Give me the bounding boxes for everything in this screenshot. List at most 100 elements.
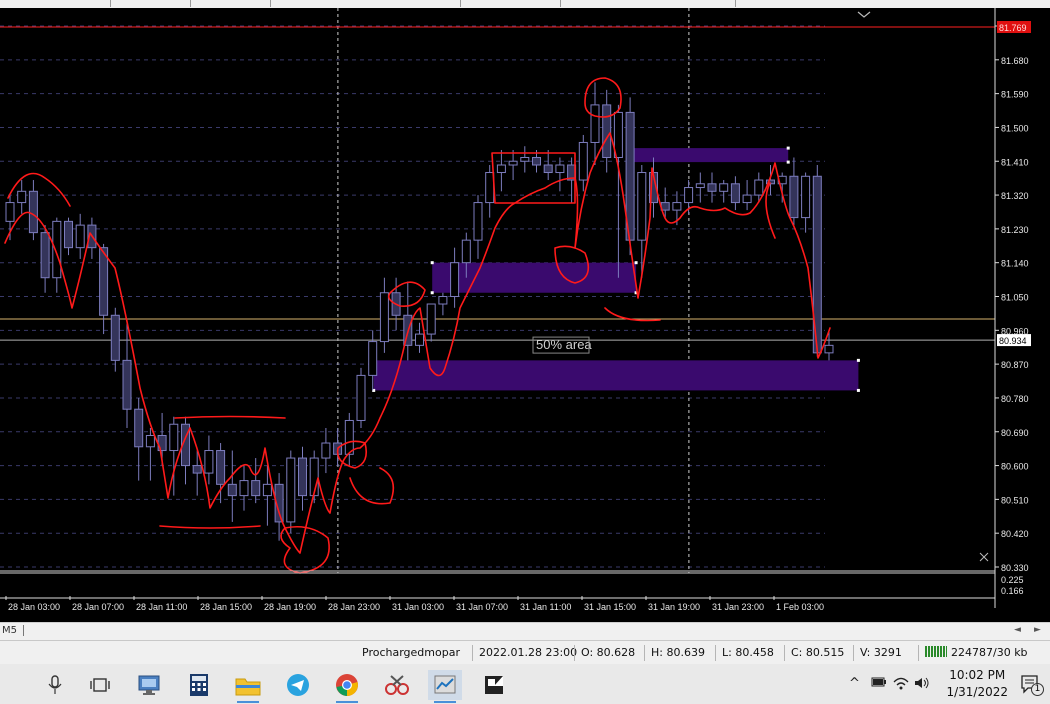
hand-drawn-annotation[interactable]	[349, 467, 395, 505]
price-tick-label: 81.590	[1001, 90, 1029, 100]
hand-drawn-annotation[interactable]	[174, 415, 286, 419]
candle-body	[262, 483, 272, 497]
clock-time: 10:02 PM	[949, 668, 1006, 682]
price-tick-label: 80.870	[1001, 360, 1029, 370]
tab-chart-symbol[interactable]: M5	[2, 625, 24, 636]
candle-body	[754, 179, 764, 196]
price-tick-label: 80.600	[1001, 462, 1029, 472]
candle-body	[99, 247, 109, 316]
candle-body	[28, 190, 38, 234]
system-clock[interactable]: 10:02 PM 1/31/2022	[946, 667, 1008, 701]
connection-bars-icon	[925, 646, 947, 657]
tabs-scroll-right-button[interactable]: ►	[1034, 625, 1041, 635]
candle-body	[356, 374, 366, 421]
current-price-label: 80.934	[999, 336, 1027, 346]
alert-price-label: 81.769	[999, 23, 1027, 33]
snipping-tool-icon[interactable]	[380, 670, 414, 700]
zone-anchor-point[interactable]	[856, 388, 860, 392]
speaker-icon[interactable]	[914, 676, 930, 694]
supply-demand-zone[interactable]	[631, 148, 789, 163]
task-view-icon[interactable]	[83, 670, 117, 700]
candle-body	[824, 344, 834, 354]
price-tick-label: 81.140	[1001, 259, 1029, 269]
zone-anchor-point[interactable]	[430, 291, 434, 295]
bar-open: O: 80.628	[574, 645, 635, 661]
candle-body	[555, 164, 565, 174]
wifi-icon[interactable]	[893, 676, 909, 694]
zone-anchor-point[interactable]	[634, 261, 638, 265]
hand-drawn-annotation[interactable]	[159, 525, 261, 529]
connection-status[interactable]: 224787/30 kb	[918, 645, 1028, 661]
time-tick-label: 31 Jan 23:00	[712, 602, 764, 612]
candle-body	[730, 183, 740, 204]
time-tick-label: 31 Jan 11:00	[520, 602, 571, 612]
time-tick-label: 28 Jan 23:00	[328, 602, 380, 612]
close-indicator-icon[interactable]	[979, 552, 989, 562]
candle-body	[473, 202, 483, 241]
remote-desktop-icon[interactable]	[132, 670, 166, 700]
time-tick-label: 31 Jan 15:00	[584, 602, 636, 612]
candle-body	[520, 156, 530, 162]
price-tick-label: 81.680	[1001, 56, 1029, 66]
candle-body	[789, 175, 799, 219]
candle-body	[590, 104, 600, 143]
clock-date: 1/31/2022	[946, 685, 1008, 699]
zone-anchor-point[interactable]	[430, 261, 434, 265]
chevron-down-icon[interactable]	[857, 11, 871, 18]
file-explorer-icon[interactable]	[231, 670, 265, 703]
zone-anchor-point[interactable]	[856, 358, 860, 362]
time-tick-label: 28 Jan 15:00	[200, 602, 252, 612]
candle-body	[64, 220, 73, 249]
indicator-tick-label: 0.166	[1001, 586, 1024, 596]
candle-body	[801, 175, 811, 219]
telegram-icon[interactable]	[281, 670, 315, 700]
candle-body	[75, 224, 85, 249]
candle-body	[122, 359, 132, 410]
candle-body	[298, 457, 307, 497]
candle-body	[227, 483, 237, 497]
candle-body	[321, 442, 331, 459]
zone-label[interactable]: 50% area	[536, 337, 592, 352]
status-bar: Prochargedmopar 2022.01.28 23:00 O: 80.6…	[0, 640, 1050, 665]
price-tick-label: 81.410	[1001, 157, 1029, 167]
chrome-icon[interactable]	[330, 670, 364, 703]
indicator-tick-label: 0.225	[1001, 575, 1024, 585]
bar-low: L: 80.458	[715, 645, 774, 661]
time-tick-label: 28 Jan 19:00	[264, 602, 316, 612]
battery-icon[interactable]	[871, 676, 887, 692]
metatrader-icon[interactable]	[428, 670, 462, 703]
candle-body	[637, 172, 647, 241]
candle-body	[438, 296, 448, 305]
time-tick-label: 31 Jan 19:00	[648, 602, 700, 612]
zone-anchor-point[interactable]	[786, 160, 790, 164]
candle-body	[602, 104, 612, 158]
price-tick-label: 81.500	[1001, 123, 1029, 133]
candle-body	[450, 262, 460, 297]
bar-high: H: 80.639	[644, 645, 705, 661]
supply-demand-zone[interactable]	[432, 262, 637, 293]
candle-body	[110, 314, 120, 361]
candle-body	[134, 408, 144, 448]
microphone-icon[interactable]	[38, 670, 72, 700]
notification-count-badge: 1	[1031, 683, 1044, 696]
price-chart[interactable]: 50% area81.77081.68081.59081.50081.41081…	[0, 8, 1050, 622]
price-tick-label: 80.690	[1001, 428, 1029, 438]
calculator-icon[interactable]	[182, 670, 216, 700]
candle-body	[742, 194, 752, 204]
candle-body	[695, 183, 705, 189]
price-tick-label: 80.420	[1001, 529, 1029, 539]
price-tick-label: 81.320	[1001, 191, 1029, 201]
sticky-notes-icon[interactable]	[477, 670, 511, 700]
show-hidden-icons-chevron-up-icon[interactable]: ^	[849, 676, 860, 691]
candle-body	[508, 160, 518, 166]
candle-body	[239, 480, 249, 497]
candle-body	[485, 172, 495, 204]
candle-body	[578, 141, 588, 181]
price-tick-label: 81.050	[1001, 293, 1029, 303]
candle-body	[52, 220, 62, 279]
tabs-scroll-left-button[interactable]: ◄	[1014, 625, 1021, 635]
zone-anchor-point[interactable]	[786, 146, 790, 150]
candle-body	[461, 239, 471, 264]
notification-center-icon[interactable]: 1	[1020, 674, 1044, 696]
candle-body	[543, 164, 553, 174]
